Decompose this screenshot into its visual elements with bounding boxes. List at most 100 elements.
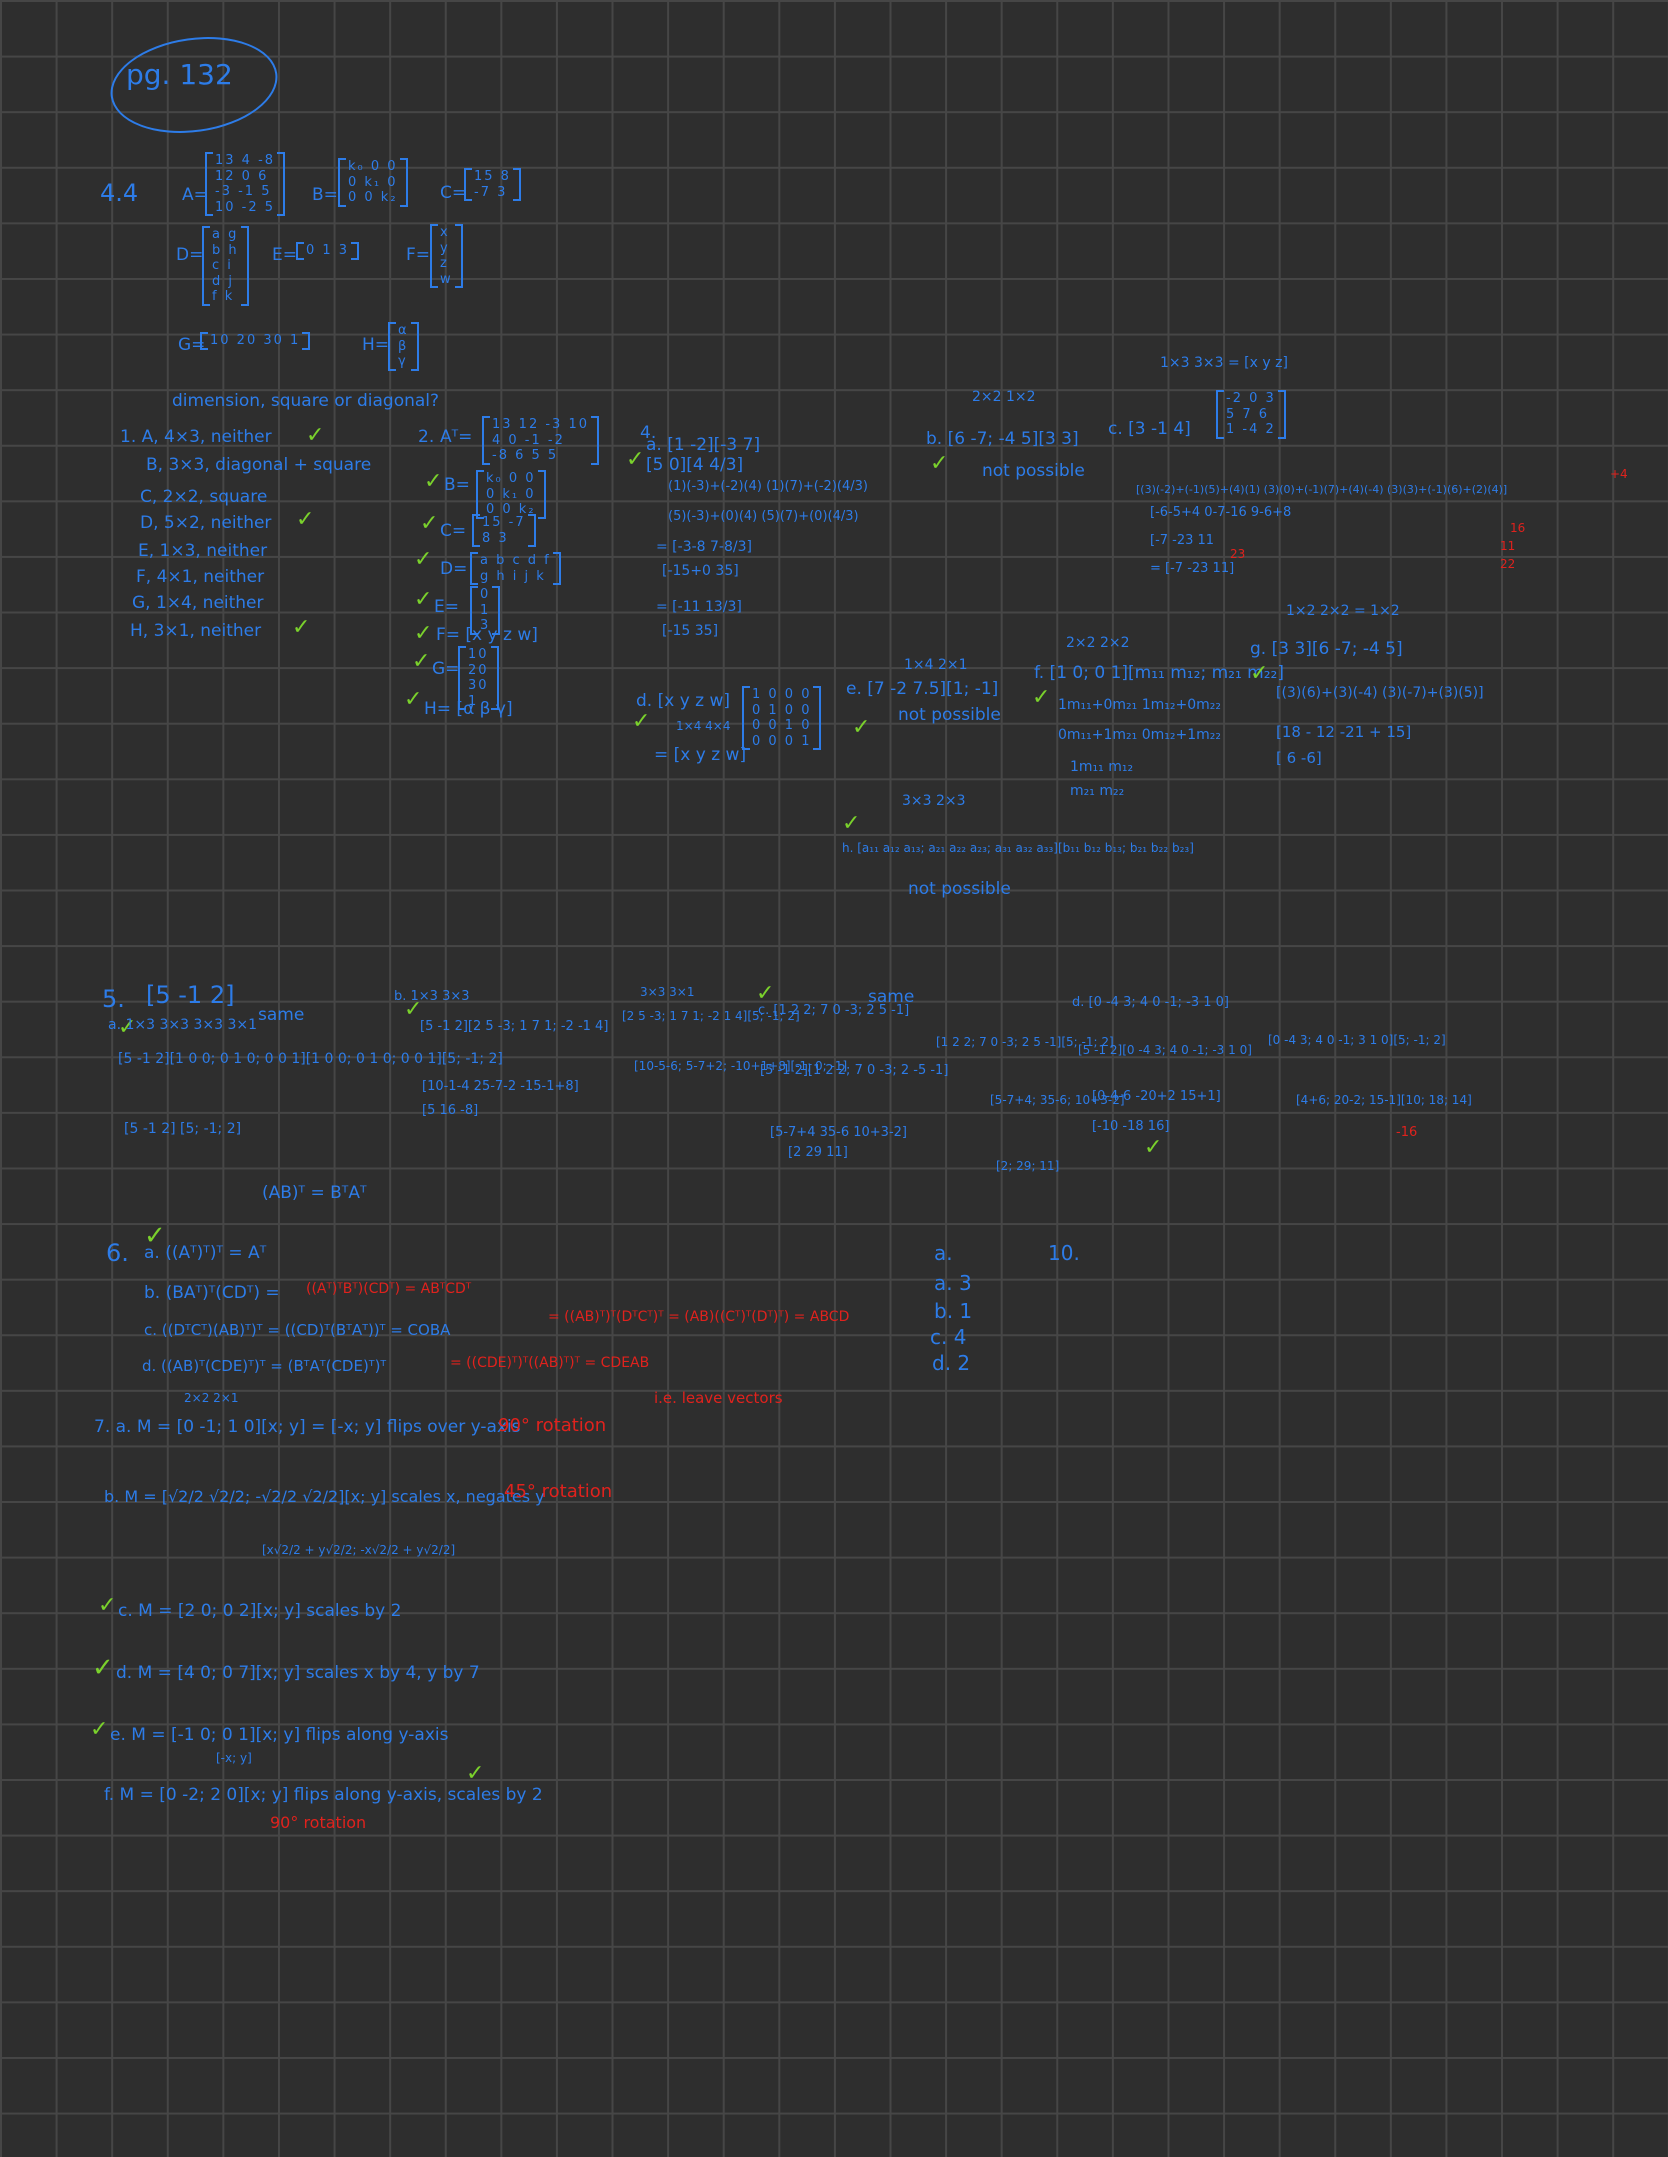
q6a: a. ((Aᵀ)ᵀ)ᵀ = Aᵀ [144, 1243, 267, 1263]
q6-label: 6. [106, 1239, 129, 1267]
matrix-A-transpose: 13 12 -3 10 4 0 -1 -2 -8 6 5 5 [482, 416, 599, 465]
q4f: f. [1 0; 0 1][m₁₁ m₁₂; m₂₁ m₂₂] [1034, 663, 1284, 683]
q4c-matrix: -2 0 35 7 61 -4 2 [1216, 390, 1286, 439]
q2-Dt-label: D= [440, 559, 468, 579]
q7b: b. M = [√2/2 √2/2; -√2/2 √2/2][x; y] sca… [104, 1487, 545, 1506]
check-icon: ✓ [1032, 685, 1051, 710]
q4f-work: 1m₁₁+0m₂₁ 1m₁₂+0m₂₂ [1058, 697, 1221, 713]
q5c2-line: [2; 29; 11] [996, 1159, 1060, 1173]
q4c-work2: [-7 -23 11 [1150, 533, 1215, 548]
check-icon: ✓ [92, 1653, 114, 1683]
q4c-work2: [-6-5+4 0-7-16 9-6+8 [1150, 505, 1292, 520]
check-icon: ✓ [90, 1717, 109, 1742]
q5a-line: [5 -1 2][1 0 0; 0 1 0; 0 0 1][1 0 0; 0 1… [118, 1051, 503, 1067]
q4g-dims: 1×2 2×2 = 1×2 [1286, 603, 1400, 619]
q1-item: C, 2×2, square [140, 487, 268, 507]
q4b-result: not possible [982, 461, 1085, 481]
q4c-dims: 1×3 3×3 = [x y z] [1160, 355, 1288, 371]
matrix-B-label: B= [312, 185, 338, 205]
matrix-row: g h i j k [480, 568, 546, 584]
matrix-row: 1 -4 2 [1226, 422, 1276, 438]
q4g-work: [18 - 12 -21 + 15] [1276, 723, 1412, 741]
matrix-row: a g [212, 227, 239, 242]
q2-At-label: Aᵀ= [440, 427, 473, 447]
matrix-row: 0 1 0 0 [752, 702, 812, 718]
matrix-row: 5 7 6 [1226, 406, 1270, 422]
matrix-row: w [440, 271, 453, 287]
matrix-row: 0 0 k₂ [348, 190, 398, 206]
matrix-row: z [440, 256, 449, 272]
matrix-row: 13 4 -8 [215, 153, 276, 168]
q6-note: i.e. leave vectors [654, 1389, 783, 1407]
matrix-row: 0 [480, 587, 491, 602]
q4h: h. [a₁₁ a₁₂ a₁₃; a₂₁ a₂₂ a₂₃; a₃₁ a₃₂ a₃… [842, 841, 1194, 855]
red-correction: -16 [1396, 1125, 1418, 1140]
q5b-line: [5 -1 2][2 5 -3; 1 7 1; -2 -1 4] [420, 1019, 609, 1034]
check-icon: ✓ [1144, 1135, 1163, 1160]
q4f-work: 1m₁₁ m₁₂ [1070, 759, 1134, 775]
q4e: e. [7 -2 7.5][1; -1] [846, 679, 999, 699]
matrix-row: k₀ 0 0 [486, 471, 536, 486]
q2-Et-label: E= [434, 597, 459, 617]
matrix-row: x [440, 225, 450, 240]
matrix-row: 30 [468, 678, 489, 694]
check-icon: ✓ [414, 621, 433, 646]
red-correction: +4 [1610, 467, 1628, 481]
matrix-C: 15 8 -7 3 [464, 168, 521, 202]
q5-same: same [258, 1005, 305, 1025]
q5d-line: d. [0 -4 3; 4 0 -1; -3 1 0] [1072, 995, 1229, 1010]
q7a-dims: 2×2 2×1 [184, 1391, 239, 1405]
q7a-correction: 90° rotation [498, 1415, 607, 1436]
matrix-row: 10 -2 5 [215, 199, 276, 215]
matrix-H-label: H= [362, 335, 390, 355]
matrix-row: β [398, 338, 409, 354]
q7f: f. M = [0 -2; 2 0][x; y] flips along y-a… [104, 1785, 543, 1805]
q5a-line: [5 -1 2] [5; -1; 2] [124, 1121, 242, 1137]
q1-item: E, 1×3, neither [138, 541, 268, 561]
matrix-row: 0 k₁ 0 [348, 174, 398, 190]
q5d-line: [-10 -18 16] [1092, 1119, 1170, 1134]
red-correction: 16 [1510, 521, 1526, 535]
q2-Ft: F= [x y z w] [436, 625, 538, 645]
matrix-row: 13 12 -3 10 [492, 417, 589, 432]
q4f-dims: 2×2 2×2 [1066, 635, 1130, 651]
q6d: d. ((AB)ᵀ(CDE)ᵀ)ᵀ = (BᵀAᵀ(CDE)ᵀ)ᵀ [142, 1357, 387, 1375]
q4g-work: [ 6 -6] [1276, 749, 1322, 767]
red-correction: 22 [1500, 557, 1516, 571]
q4b-dims: 2×2 1×2 [972, 389, 1036, 405]
q4d-identity: 1 0 0 00 1 0 00 0 1 00 0 0 1 [742, 686, 822, 751]
q5c-line: [2 29 11] [788, 1145, 848, 1160]
matrix-row: c i [212, 258, 233, 274]
q7e: e. M = [-1 0; 0 1][x; y] flips along y-a… [110, 1725, 449, 1745]
matrix-row: α [398, 323, 409, 338]
q5-same: same [868, 987, 915, 1007]
check-icon: ✓ [420, 511, 439, 536]
transpose-rule: (AB)ᵀ = BᵀAᵀ [262, 1183, 367, 1203]
q5b-line: b. 1×3 3×3 [394, 989, 470, 1004]
q4a-line: [-15 35] [662, 623, 719, 639]
q5d2-line: [4+6; 20-2; 15-1][10; 18; 14] [1296, 1093, 1472, 1107]
matrix-D-label: D= [176, 245, 204, 265]
q5b-line: [10-1-4 25-7-2 -15-1+8] [422, 1079, 579, 1094]
q4f-work: m₂₁ m₂₂ [1070, 783, 1125, 799]
q4a-line: a. [1 -2][-3 7] [646, 435, 761, 455]
check-icon: ✓ [842, 811, 861, 836]
matrix-row: -7 3 [474, 184, 508, 200]
q4h-result: not possible [908, 879, 1011, 899]
check-icon: ✓ [98, 1593, 117, 1618]
matrix-E-label: E= [272, 245, 297, 265]
q9-line: c. 4 [930, 1325, 967, 1349]
q4d-dims: 1×4 4×4 [676, 719, 731, 733]
check-icon: ✓ [930, 451, 949, 476]
matrix-row: 0 0 1 0 [752, 718, 812, 734]
q4a-line: (1)(-3)+(-2)(4) (1)(7)+(-2)(4/3) [668, 479, 868, 494]
q1-heading: dimension, square or diagonal? [172, 391, 440, 411]
q7b-correction: 45° rotation [504, 1481, 613, 1502]
q4d: d. [x y z w] [636, 691, 731, 711]
q5a-line: a. 1×3 3×3 3×3 3×1 [108, 1017, 258, 1033]
q4b: b. [6 -7; -4 5][3 3] [926, 429, 1079, 449]
q9-line: a. [934, 1241, 953, 1265]
matrix-row: y [440, 240, 450, 256]
q4a-line: = [-11 13/3] [656, 599, 742, 615]
matrix-row: 15 -7 [482, 515, 526, 530]
